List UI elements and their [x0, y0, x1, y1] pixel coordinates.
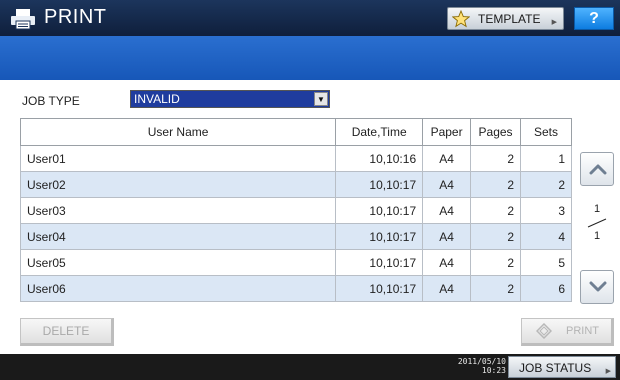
table-row[interactable]: User02 10,10:17 A4 2 2	[19, 171, 572, 198]
cell-pages: 2	[470, 223, 522, 250]
cell-pages: 2	[470, 249, 522, 276]
cell-pages: 2	[470, 145, 522, 172]
printer-icon	[11, 9, 35, 30]
cell-user-name: User06	[19, 275, 337, 302]
column-header-pages: Pages	[470, 118, 522, 146]
help-button[interactable]: ?	[574, 7, 614, 30]
cell-user-name: User02	[19, 171, 337, 198]
cell-paper: A4	[422, 145, 472, 172]
print-button[interactable]: PRINT	[521, 318, 614, 346]
cell-date-time: 10,10:17	[335, 275, 424, 302]
cell-sets: 5	[520, 249, 572, 276]
cell-sets: 1	[520, 145, 572, 172]
cell-pages: 2	[470, 171, 522, 198]
cell-paper: A4	[422, 197, 472, 224]
table-row[interactable]: User04 10,10:17 A4 2 4	[19, 223, 572, 250]
cell-paper: A4	[422, 171, 472, 198]
page-divider	[587, 218, 607, 228]
template-button[interactable]: TEMPLATE ▶	[447, 7, 564, 30]
table-row[interactable]: User03 10,10:17 A4 2 3	[19, 197, 572, 224]
chevron-up-icon	[589, 164, 607, 175]
cell-pages: 2	[470, 275, 522, 302]
scroll-up-button[interactable]	[580, 152, 614, 186]
dropdown-arrow-icon[interactable]: ▼	[314, 92, 328, 106]
header-band	[0, 36, 620, 80]
cell-date-time: 10,10:17	[335, 223, 424, 250]
cell-paper: A4	[422, 249, 472, 276]
scroll-down-button[interactable]	[580, 270, 614, 304]
column-header-user-name: User Name	[19, 118, 337, 146]
cell-paper: A4	[422, 275, 472, 302]
date-time-display: 2011/05/10 10:23	[452, 357, 506, 375]
cell-user-name: User01	[19, 145, 337, 172]
diamond-icon	[536, 323, 552, 339]
status-time: 10:23	[481, 366, 506, 375]
column-header-sets: Sets	[520, 118, 572, 146]
page-title: PRINT	[44, 6, 107, 28]
cell-date-time: 10,10:17	[335, 249, 424, 276]
job-type-value: INVALID	[134, 92, 180, 106]
chevron-down-icon	[589, 281, 607, 292]
status-date: 2011/05/10	[457, 357, 506, 366]
table-row[interactable]: User06 10,10:17 A4 2 6	[19, 275, 572, 302]
job-type-select[interactable]: INVALID ▼	[130, 90, 330, 108]
cell-sets: 2	[520, 171, 572, 198]
print-button-label: PRINT	[566, 325, 599, 337]
table-row[interactable]: User05 10,10:17 A4 2 5	[19, 249, 572, 276]
job-status-button[interactable]: JOB STATUS ▶	[508, 356, 616, 378]
delete-button[interactable]: DELETE	[20, 318, 114, 346]
job-table: User Name Date,Time Paper Pages Sets Use…	[19, 118, 572, 302]
table-row[interactable]: User01 10,10:16 A4 2 1	[19, 145, 572, 172]
cell-user-name: User03	[19, 197, 337, 224]
title-bar: PRINT TEMPLATE ▶ ?	[0, 0, 620, 36]
cell-paper: A4	[422, 223, 472, 250]
job-status-label: JOB STATUS	[519, 361, 592, 375]
star-icon	[452, 10, 470, 28]
page-indicator: 1 1	[586, 203, 608, 243]
table-header-row: User Name Date,Time Paper Pages Sets	[19, 118, 572, 146]
triangle-right-icon: ▶	[551, 19, 557, 26]
cell-date-time: 10,10:17	[335, 171, 424, 198]
cell-user-name: User04	[19, 223, 337, 250]
job-type-label: JOB TYPE	[22, 94, 80, 108]
column-header-paper: Paper	[422, 118, 472, 146]
template-button-label: TEMPLATE	[478, 12, 541, 26]
cell-sets: 3	[520, 197, 572, 224]
cell-date-time: 10,10:17	[335, 197, 424, 224]
cell-user-name: User05	[19, 249, 337, 276]
triangle-right-icon: ▶	[605, 368, 611, 375]
column-header-date-time: Date,Time	[335, 118, 424, 146]
cell-sets: 6	[520, 275, 572, 302]
cell-pages: 2	[470, 197, 522, 224]
total-pages: 1	[594, 230, 601, 242]
cell-date-time: 10,10:16	[335, 145, 424, 172]
cell-sets: 4	[520, 223, 572, 250]
current-page: 1	[594, 203, 601, 215]
